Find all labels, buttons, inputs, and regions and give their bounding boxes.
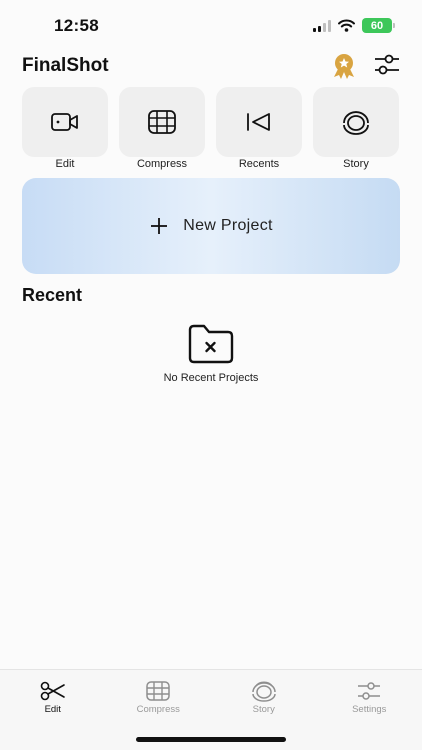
tile-compress[interactable]: Compress [119, 87, 205, 170]
folder-x-icon [188, 324, 234, 364]
plus-icon [151, 218, 168, 234]
tile-edit-label: Edit [55, 158, 75, 170]
new-project-label: New Project [183, 217, 273, 234]
story-icon [343, 111, 369, 135]
battery-icon: 60 [362, 18, 395, 33]
tab-story-label: Story [252, 704, 275, 715]
tile-compress-box[interactable] [119, 87, 205, 157]
action-tiles: Edit Compress Recents Story [22, 87, 399, 170]
tab-compress-label: Compress [136, 704, 180, 715]
tile-story-box[interactable] [313, 87, 399, 157]
status-time: 12:58 [54, 16, 99, 35]
sliders-icon[interactable] [374, 53, 400, 77]
status-bar: 12:58 60 [0, 0, 422, 50]
new-project-button[interactable]: New Project [22, 178, 400, 274]
tile-story-label: Story [343, 158, 369, 170]
film-icon [146, 681, 170, 701]
tab-edit-label: Edit [44, 704, 61, 715]
scissors-icon [40, 681, 65, 701]
film-icon [148, 110, 176, 134]
tab-edit[interactable]: Edit [0, 670, 106, 750]
tile-compress-label: Compress [136, 158, 188, 170]
tile-recents-label: Recents [238, 158, 280, 170]
recent-section-title: Recent [22, 285, 83, 305]
story-icon [252, 681, 276, 702]
tile-recents-box[interactable] [216, 87, 302, 157]
video-camera-icon [51, 113, 78, 131]
empty-state: No Recent Projects [0, 322, 422, 384]
battery-level: 60 [370, 19, 384, 32]
app-title: FinalShot [22, 55, 109, 76]
tile-edit-box[interactable] [22, 87, 108, 157]
award-icon[interactable] [330, 52, 358, 80]
skip-back-icon [247, 113, 270, 131]
app-header: FinalShot [22, 52, 400, 82]
sliders-icon [358, 682, 381, 700]
signal-icon [313, 19, 331, 32]
tile-edit[interactable]: Edit [22, 87, 108, 170]
empty-state-label: No Recent Projects [163, 372, 259, 384]
wifi-icon [338, 19, 355, 32]
tile-story[interactable]: Story [313, 87, 399, 170]
tile-recents[interactable]: Recents [216, 87, 302, 170]
tab-settings[interactable]: Settings [317, 670, 422, 750]
tab-bar: Edit Compress Story Settings [0, 669, 422, 750]
status-icons: 60 [313, 18, 395, 33]
home-indicator [136, 737, 286, 742]
tab-settings-label: Settings [352, 704, 387, 715]
